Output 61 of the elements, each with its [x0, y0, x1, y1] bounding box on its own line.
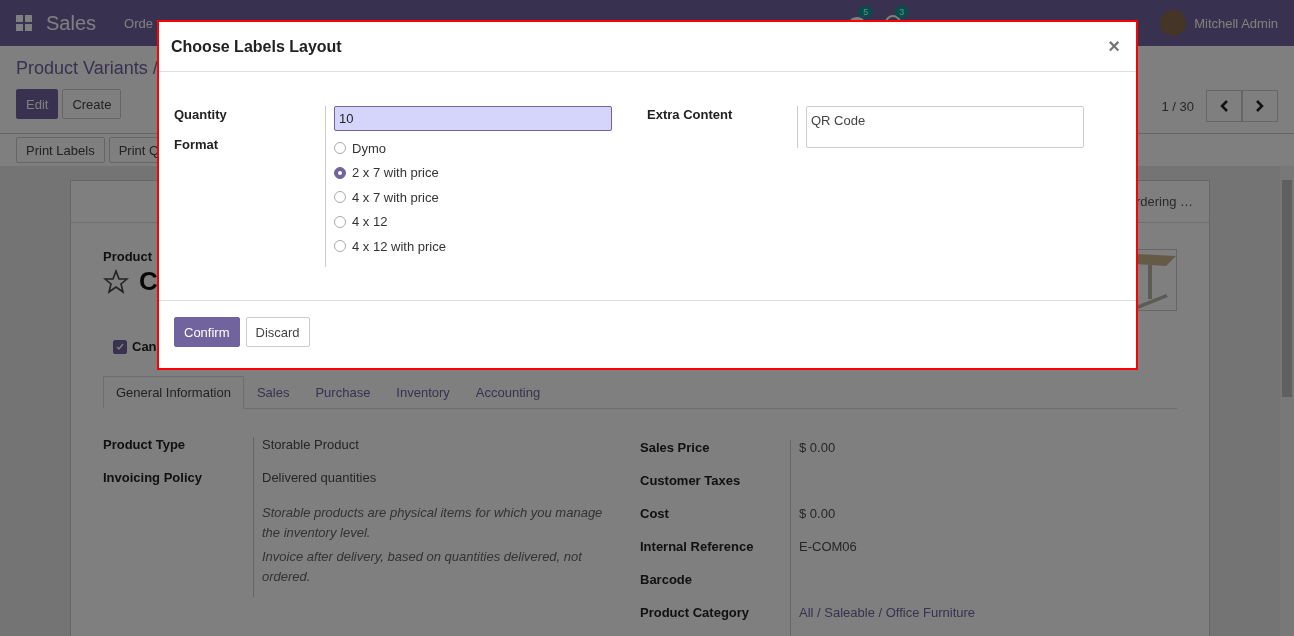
create-button[interactable]: Create: [62, 89, 122, 119]
radio-button[interactable]: [334, 215, 346, 228]
field-label: Invoicing Policy: [103, 470, 203, 487]
dialog-title: Choose Labels Layout: [171, 37, 342, 56]
checkmark-icon: [116, 342, 124, 351]
star-icon[interactable]: [103, 268, 129, 295]
help-text: Invoice after delivery, based on quantities delivered, not ordered.: [262, 548, 584, 586]
tab[interactable]: Sales: [243, 376, 303, 409]
previous-button[interactable]: [1206, 90, 1242, 122]
checkbox[interactable]: [113, 339, 127, 354]
radio-label[interactable]: Dymo: [352, 140, 386, 156]
radio-label[interactable]: 2 x 7 with price: [352, 165, 439, 181]
field-value: $ 0.00: [799, 440, 836, 455]
field-label: Product Type: [103, 437, 187, 454]
user-name[interactable]: Mitchell Admin: [1194, 15, 1278, 31]
apps-menu-icon[interactable]: [16, 15, 32, 31]
radio-label[interactable]: 4 x 7 with price: [352, 189, 439, 205]
badge: 3: [895, 6, 909, 18]
print-button[interactable]: Print Labels: [16, 137, 105, 163]
radio-button[interactable]: [334, 166, 346, 179]
confirm-button[interactable]: Confirm: [174, 317, 240, 347]
product-title: C: [139, 266, 158, 297]
field-label: Product: [103, 249, 153, 264]
app-name[interactable]: Sales: [46, 11, 97, 35]
tab[interactable]: Inventory: [383, 376, 463, 409]
tab[interactable]: Accounting: [462, 376, 554, 409]
help-text: Storable products are physical items for which you manage the inventory level.: [262, 504, 604, 542]
field-label: Extra Content: [647, 106, 734, 124]
field-label: Customer Taxes: [640, 473, 742, 490]
chevron-left-icon: [1219, 100, 1229, 112]
pager-counter: 1 / 30: [1161, 98, 1194, 114]
field-label: Format: [174, 136, 220, 154]
chevron-right-icon: [1255, 100, 1265, 112]
badge: 5: [859, 6, 873, 18]
close-button[interactable]: ×: [1104, 35, 1124, 58]
field-label: Barcode: [640, 572, 694, 589]
radio-label[interactable]: 4 x 12: [352, 214, 388, 230]
radio-label[interactable]: 4 x 12 with price: [352, 238, 446, 254]
radio-button[interactable]: [334, 240, 346, 253]
field-link[interactable]: All / Saleable / Office Furniture: [799, 605, 976, 620]
field-value: Delivered quantities: [262, 470, 377, 485]
field-label: Product Category: [640, 605, 751, 622]
tab[interactable]: General Information: [103, 376, 244, 409]
field-label: Quantity: [174, 106, 228, 124]
scrollbar[interactable]: [1280, 166, 1294, 636]
extra-content-field[interactable]: QR Code: [806, 106, 1084, 148]
radio-button[interactable]: [334, 142, 346, 155]
field-label: Sales Price: [640, 440, 711, 457]
field-value: E-COM06: [799, 539, 857, 554]
field-value: $ 0.00: [799, 506, 836, 521]
radio-button[interactable]: [334, 191, 346, 204]
checkbox-label: Can: [132, 339, 157, 354]
quantity-field[interactable]: 10: [334, 106, 612, 131]
discard-button[interactable]: Discard: [245, 317, 310, 347]
menu-item[interactable]: Orde: [124, 15, 153, 31]
tab[interactable]: Purchase: [302, 376, 384, 409]
field-value: Storable Product: [262, 437, 359, 452]
edit-button[interactable]: Edit: [16, 89, 59, 119]
field-label: Internal Reference: [640, 539, 755, 556]
next-button[interactable]: [1242, 90, 1278, 122]
field-label: Cost: [640, 506, 670, 523]
